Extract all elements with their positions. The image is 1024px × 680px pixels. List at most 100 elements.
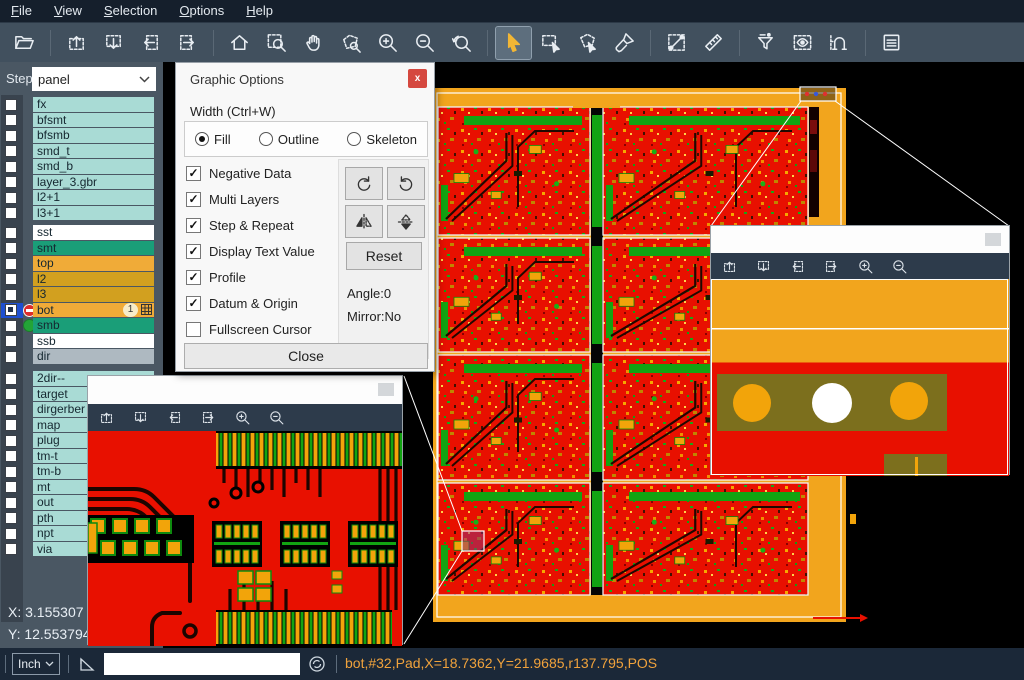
layer-row[interactable]: dir: [0, 349, 163, 364]
layer-visibility-checkbox[interactable]: [5, 242, 17, 254]
tool-filter[interactable]: [748, 27, 783, 59]
checkbox-row[interactable]: ✓Profile: [186, 267, 246, 287]
popup-tool-zoom-in[interactable]: [234, 409, 251, 426]
layer-row[interactable]: smb: [0, 318, 163, 333]
magnified-pcb-view[interactable]: [711, 279, 1009, 476]
layer-row[interactable]: bfsmb: [0, 128, 163, 143]
popup-tool-pan-right[interactable]: [823, 258, 840, 275]
checkbox-row[interactable]: ✓Display Text Value: [186, 241, 315, 261]
mirror-h-button[interactable]: [345, 205, 383, 238]
tool-pan-down[interactable]: [96, 27, 131, 59]
tool-zoom-in[interactable]: [370, 27, 405, 59]
tool-clean-brush[interactable]: [607, 27, 642, 59]
popup-tool-zoom-in[interactable]: [857, 258, 874, 275]
layer-row[interactable]: l2+1: [0, 190, 163, 205]
layer-visibility-checkbox[interactable]: [5, 373, 17, 385]
popup-title-bar[interactable]: [711, 226, 1009, 253]
popup-window-button[interactable]: [985, 233, 1001, 246]
layer-row[interactable]: ssb: [0, 334, 163, 349]
tool-select-cursor[interactable]: [496, 27, 531, 59]
popup-tool-zoom-out[interactable]: [268, 409, 285, 426]
tool-pan-up[interactable]: [59, 27, 94, 59]
layer-visibility-checkbox[interactable]: [5, 207, 17, 219]
layer-row[interactable]: l2: [0, 272, 163, 287]
checkbox-row[interactable]: ✓Step & Repeat: [186, 215, 294, 235]
layer-row[interactable]: top: [0, 256, 163, 271]
tool-pan-right[interactable]: [170, 27, 205, 59]
layer-visibility-checkbox[interactable]: [5, 404, 17, 416]
snap-angle-icon[interactable]: [78, 655, 96, 673]
popup-title-bar[interactable]: [88, 376, 402, 404]
tool-ruler[interactable]: [696, 27, 731, 59]
layer-visibility-checkbox[interactable]: [5, 289, 17, 301]
layer-visibility-checkbox[interactable]: [5, 450, 17, 462]
popup-tool-pan-up[interactable]: [98, 409, 115, 426]
checkbox-row[interactable]: ✓Negative Data: [186, 163, 291, 183]
tool-select-rect[interactable]: [533, 27, 568, 59]
layer-visibility-checkbox[interactable]: [5, 481, 17, 493]
reset-button[interactable]: Reset: [346, 242, 422, 270]
layer-row[interactable]: layer_3.gbr: [0, 175, 163, 190]
layer-visibility-checkbox[interactable]: [5, 258, 17, 270]
menu-options[interactable]: Options: [168, 0, 235, 22]
menu-selection[interactable]: Selection: [93, 0, 168, 22]
layer-row[interactable]: bfsmt: [0, 113, 163, 128]
popup-tool-pan-right[interactable]: [200, 409, 217, 426]
popup-window-button[interactable]: [378, 383, 394, 396]
menu-help[interactable]: Help: [235, 0, 284, 22]
layer-visibility-checkbox[interactable]: [5, 114, 17, 126]
layer-row[interactable]: smt: [0, 241, 163, 256]
dialog-close-button[interactable]: x: [408, 69, 427, 88]
tool-home[interactable]: [222, 27, 257, 59]
step-select[interactable]: panel: [32, 67, 156, 91]
popup-tool-pan-up[interactable]: [721, 258, 738, 275]
layer-visibility-checkbox[interactable]: [5, 99, 17, 111]
command-input[interactable]: [104, 653, 300, 675]
radio-fill[interactable]: Fill: [195, 132, 231, 147]
checkbox-row[interactable]: ✓Multi Layers: [186, 189, 279, 209]
tool-zoom-previous[interactable]: [444, 27, 479, 59]
tool-zoom-window[interactable]: [259, 27, 294, 59]
layer-row[interactable]: smd_b: [0, 159, 163, 174]
mirror-v-button[interactable]: [387, 205, 425, 238]
tool-zoom-polygon[interactable]: [333, 27, 368, 59]
popup-tool-pan-down[interactable]: [132, 409, 149, 426]
rotate-ccw-button[interactable]: [387, 167, 425, 200]
layer-visibility-checkbox[interactable]: [5, 335, 17, 347]
tool-view-options[interactable]: [785, 27, 820, 59]
layer-visibility-checkbox[interactable]: [5, 543, 17, 555]
tool-snap[interactable]: [822, 27, 857, 59]
tool-select-polygon[interactable]: [570, 27, 605, 59]
layer-visibility-checkbox[interactable]: [5, 145, 17, 157]
layer-visibility-checkbox[interactable]: [5, 161, 17, 173]
layer-row[interactable]: bot1: [0, 303, 163, 318]
tool-pan-hand[interactable]: [296, 27, 331, 59]
layer-visibility-checkbox[interactable]: [5, 388, 17, 400]
close-button[interactable]: Close: [184, 343, 428, 369]
layer-visibility-checkbox[interactable]: [5, 419, 17, 431]
layer-visibility-checkbox[interactable]: [5, 192, 17, 204]
tool-pan-left[interactable]: [133, 27, 168, 59]
popup-tool-zoom-out[interactable]: [891, 258, 908, 275]
layer-visibility-checkbox[interactable]: [5, 466, 17, 478]
tool-open-folder[interactable]: [7, 27, 42, 59]
unit-select[interactable]: Inch: [12, 653, 60, 675]
layer-row[interactable]: l3: [0, 287, 163, 302]
menu-view[interactable]: View: [43, 0, 93, 22]
layer-visibility-checkbox[interactable]: [5, 512, 17, 524]
menu-file[interactable]: File: [0, 0, 43, 22]
refresh-icon[interactable]: [308, 655, 326, 673]
tool-zoom-out[interactable]: [407, 27, 442, 59]
layer-visibility-checkbox[interactable]: [5, 528, 17, 540]
layer-visibility-checkbox[interactable]: [5, 176, 17, 188]
layer-visibility-checkbox[interactable]: [5, 130, 17, 142]
rotate-cw-button[interactable]: [345, 167, 383, 200]
layer-visibility-checkbox[interactable]: [5, 273, 17, 285]
magnified-pcb-view[interactable]: [88, 431, 402, 646]
tool-measure-distance[interactable]: [659, 27, 694, 59]
layer-visibility-checkbox[interactable]: [5, 435, 17, 447]
radio-outline[interactable]: Outline: [259, 132, 319, 147]
layer-visibility-checkbox[interactable]: [5, 304, 17, 316]
popup-tool-pan-down[interactable]: [755, 258, 772, 275]
layer-visibility-checkbox[interactable]: [5, 320, 17, 332]
